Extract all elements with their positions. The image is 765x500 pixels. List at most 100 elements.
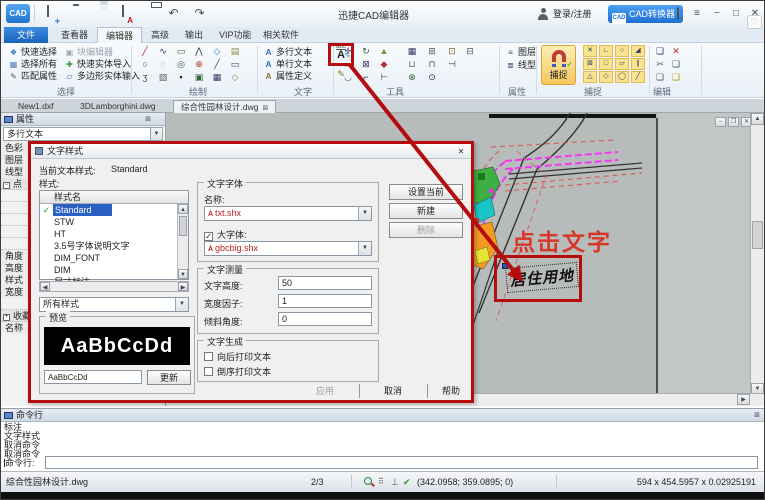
single-text-button[interactable]: A单行文本 xyxy=(263,59,312,69)
new-file-icon[interactable]: + xyxy=(39,6,56,22)
image-tool-icon[interactable]: ▣ xyxy=(192,71,206,83)
feedback-icon[interactable] xyxy=(670,6,686,21)
rectangle-tool-icon[interactable]: ▭ xyxy=(174,45,188,57)
polyline-tool-icon[interactable]: ⋀ xyxy=(192,45,206,57)
scroll-right-icon[interactable]: ▶ xyxy=(178,282,188,291)
apply-button[interactable]: 应用 xyxy=(297,384,353,398)
chamfer-tool-icon[interactable]: ⌐ xyxy=(359,71,373,83)
trim-tool-icon[interactable]: ⊢ xyxy=(377,71,391,83)
arc-tool-icon[interactable]: ⊕ xyxy=(192,58,206,70)
wipeout-tool-icon[interactable]: ▭ xyxy=(228,58,242,70)
mdi-minimize-icon[interactable]: − xyxy=(715,117,726,127)
font-name-dropdown[interactable]: Ȧ txt.shx▼ xyxy=(204,206,372,221)
ungroup-tool-icon[interactable]: ⊟ xyxy=(463,45,477,57)
list-horizontal-scrollbar[interactable]: ◀ ▶ xyxy=(39,281,189,292)
copy-with-basepoint-icon[interactable]: ❏ xyxy=(653,71,667,83)
polygon-entity-input-button[interactable]: ▱多边形实体输入 xyxy=(64,71,140,81)
line-tool-icon[interactable]: ╱ xyxy=(138,45,152,57)
spline-tool-icon[interactable]: ∿ xyxy=(156,45,170,57)
group-tool-icon[interactable]: ⊡ xyxy=(445,45,459,57)
attribute-define-button[interactable]: A属性定义 xyxy=(263,71,312,81)
style-item-stw[interactable]: STW xyxy=(40,216,188,228)
open-file-icon[interactable] xyxy=(64,6,81,22)
break-tool-icon[interactable]: ⊙ xyxy=(425,71,439,83)
scrollbar-thumb[interactable] xyxy=(752,221,763,249)
snap-intersection-icon[interactable]: ✕ xyxy=(583,45,597,57)
redo-icon[interactable]: ↷ xyxy=(191,6,208,22)
ortho-icon[interactable]: ⊥ xyxy=(391,472,399,492)
width-factor-input[interactable] xyxy=(278,294,372,308)
tab-related-software[interactable]: 相关软件 xyxy=(255,27,307,43)
join-tool-icon[interactable]: ⊓ xyxy=(425,58,439,70)
paste-special-icon[interactable]: ❏ xyxy=(669,71,683,83)
doc-tab-new1[interactable]: New1.dxf xyxy=(11,100,60,113)
doc-tab-lamborghini[interactable]: 3DLamborghini.dwg xyxy=(73,100,163,113)
snap-nearest-icon[interactable]: ◢ xyxy=(631,45,645,57)
cancel-button[interactable]: 取消 xyxy=(365,384,421,398)
circle-tool-icon[interactable]: ○ xyxy=(138,58,152,70)
scale-tool-icon[interactable]: ⊠ xyxy=(359,58,373,70)
command-input[interactable] xyxy=(45,456,758,469)
block-editor-button[interactable]: ▣块编辑器 xyxy=(64,47,113,57)
menu-file-button[interactable]: 文件 xyxy=(4,27,48,43)
snap-extension-icon[interactable]: ▱ xyxy=(615,58,629,70)
update-preview-button[interactable]: 更新 xyxy=(147,370,191,385)
scroll-up-icon[interactable]: ▲ xyxy=(751,113,764,125)
save-icon[interactable] xyxy=(89,6,106,22)
doc-tab-garden-design[interactable]: 综合性园林设计.dwg⊠ xyxy=(173,100,276,113)
layer-button[interactable]: ≡图层 xyxy=(505,47,536,57)
mirror-tool-icon[interactable]: ▲ xyxy=(377,45,391,57)
copy-icon[interactable]: ❏ xyxy=(653,45,667,57)
ellipse-tool-icon[interactable]: ╱ xyxy=(210,58,224,70)
polygon-tool-icon[interactable]: ◇ xyxy=(210,45,224,57)
menu-icon[interactable]: ≡ xyxy=(689,6,705,21)
print-icon[interactable] xyxy=(140,6,157,22)
dashed-circle-tool-icon[interactable]: ◌ xyxy=(156,58,170,70)
align-tool-icon[interactable]: ⊣ xyxy=(445,58,459,70)
explode-tool-icon[interactable]: ⊔ xyxy=(405,58,419,70)
snap-quadrant-icon[interactable]: ◇ xyxy=(599,71,613,83)
snap-endpoint-icon[interactable]: ⊠ xyxy=(583,58,597,70)
style-item-standard[interactable]: ✓Standard xyxy=(40,204,188,216)
quick-select-button[interactable]: ❖快速选择 xyxy=(8,47,57,57)
paste-icon[interactable]: ❏ xyxy=(669,58,683,70)
undo-icon[interactable]: ↶ xyxy=(165,6,182,22)
stretch-tool-icon[interactable]: ◆ xyxy=(377,58,391,70)
help-button[interactable]: 帮助 xyxy=(431,384,471,398)
array-tool-icon[interactable]: ▦ xyxy=(405,45,419,57)
close-panel-icon[interactable]: ⊠ xyxy=(145,113,151,126)
extend-tool-icon[interactable]: ⊗ xyxy=(405,71,419,83)
dialog-close-icon[interactable]: ✕ xyxy=(455,146,467,157)
snap-perpendicular-icon[interactable]: ∟ xyxy=(599,45,613,57)
region-tool-icon[interactable]: ▤ xyxy=(228,45,242,57)
close-tab-icon[interactable]: ⊠ xyxy=(262,105,268,112)
tab-advanced[interactable]: 高级 xyxy=(143,27,177,43)
snap-midpoint-icon[interactable]: △ xyxy=(583,71,597,83)
reverse-checkbox-row[interactable]: 倒序打印文本 xyxy=(204,365,271,378)
set-current-button[interactable]: 设置当前 xyxy=(389,184,463,200)
snap-center-icon[interactable]: ○ xyxy=(615,45,629,57)
snap-toggle-button[interactable]: ✓ 捕捉 xyxy=(541,45,576,85)
match-properties-button[interactable]: ✎匹配属性 xyxy=(8,71,57,81)
table-tool-icon[interactable]: ▦ xyxy=(210,71,224,83)
scroll-left-icon[interactable]: ◀ xyxy=(40,282,50,291)
minimize-icon[interactable]: − xyxy=(709,6,725,21)
fillet-tool-icon[interactable]: ◡ xyxy=(341,71,355,83)
export-pdf-icon[interactable]: A xyxy=(114,6,131,22)
favorite-heart-icon[interactable]: ♡ xyxy=(747,15,762,29)
bigfont-checkbox-row[interactable]: ✓大字体: xyxy=(204,228,247,241)
backwards-checkbox-row[interactable]: 向后打印文本 xyxy=(204,350,271,363)
list-vertical-scrollbar[interactable]: ▲ ▼ xyxy=(177,204,188,279)
preview-text-input[interactable] xyxy=(44,370,142,384)
hatch-tool-icon[interactable]: ▨ xyxy=(156,71,170,83)
dialog-titlebar[interactable]: 文字样式✕ xyxy=(31,144,471,159)
bigfont-dropdown[interactable]: Ȧ gbcbig.shx▼ xyxy=(204,241,372,256)
revision-cloud-tool-icon[interactable]: ʒ xyxy=(138,71,152,83)
text-height-input[interactable] xyxy=(278,276,372,290)
tab-viewer[interactable]: 查看器 xyxy=(53,27,96,43)
tab-editor[interactable]: 编辑器 xyxy=(97,27,142,43)
point-tool-icon[interactable]: ▪ xyxy=(174,71,188,83)
mtext-button[interactable]: A多行文本 xyxy=(263,47,312,57)
snap-parallel-icon[interactable]: ∥ xyxy=(631,58,645,70)
shape-tool-icon[interactable]: ◇ xyxy=(228,71,242,83)
